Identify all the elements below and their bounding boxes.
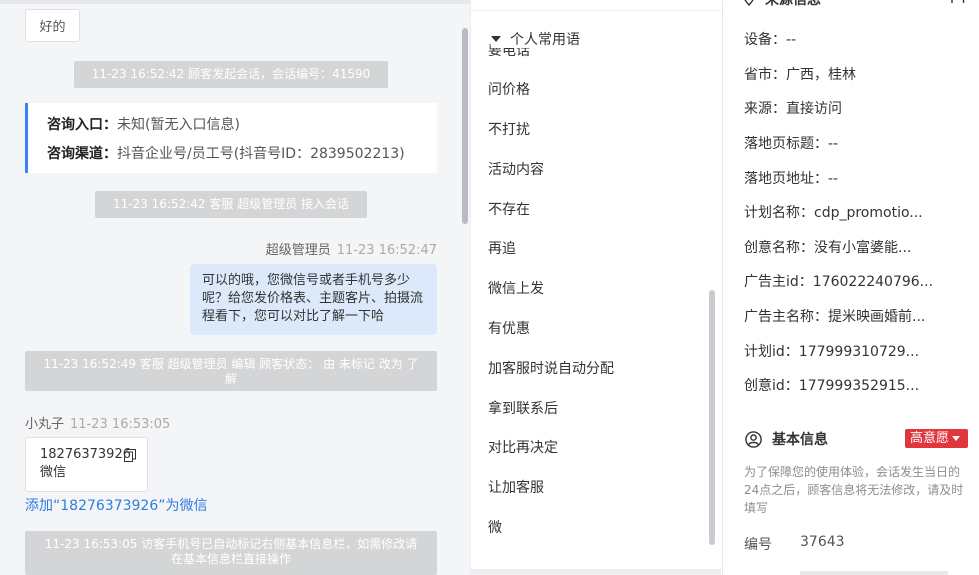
phrase-item[interactable]: 微 bbox=[488, 517, 502, 537]
basic-info-title: 基本信息 bbox=[772, 432, 828, 448]
phrases-group-title: 个人常用语 bbox=[510, 32, 580, 48]
field-label: 计划名称： bbox=[744, 205, 814, 221]
field-plan-name: 计划名称：cdp_promotio... bbox=[744, 202, 923, 222]
phone-number-card: 18276373926 微信 bbox=[25, 437, 148, 492]
field-source: 来源：直接访问 bbox=[744, 98, 842, 118]
agent-message-time: 11-23 16:52:47 bbox=[336, 243, 437, 258]
location-pin-icon bbox=[744, 0, 754, 6]
serial-value: 37643 bbox=[800, 534, 845, 550]
phrases-bottom-bar bbox=[471, 569, 721, 575]
system-notice-status-edit: 11-23 16:52:49 客服 超级管理员 编辑 顾客状态： 由 未标记 改… bbox=[25, 351, 437, 391]
consult-channel-value: 抖音企业号/员工号(抖音号ID：2839502213) bbox=[117, 146, 405, 162]
phrase-item[interactable]: 问价格 bbox=[488, 79, 530, 99]
copy-icon[interactable] bbox=[124, 449, 136, 462]
field-label: 广告主名称： bbox=[744, 309, 828, 325]
customer-info-panel: 来源信息 设备：-- 省市：广西，桂林 来源：直接访问 落地页标题：-- 落地页… bbox=[722, 0, 979, 575]
phrase-item[interactable]: 不打扰 bbox=[488, 119, 530, 139]
phrase-item[interactable]: 不存在 bbox=[488, 199, 530, 219]
field-value: -- bbox=[828, 136, 839, 152]
phrases-scrollbar[interactable] bbox=[709, 290, 715, 545]
field-label: 广告主id： bbox=[744, 274, 813, 290]
phrase-item[interactable]: 再追 bbox=[488, 238, 516, 258]
source-info-title: 来源信息 bbox=[765, 0, 821, 8]
system-notice-phone-marked: 11-23 16:53:05 访客手机号已自动标记右侧基本信息栏，如需修改请在基… bbox=[25, 531, 437, 575]
customer-name: 小丸子 bbox=[25, 417, 65, 432]
basic-info-header: 基本信息 bbox=[745, 429, 828, 449]
field-label: 创意名称： bbox=[744, 240, 814, 256]
edit-deadline-notice: 为了保障您的使用体验，会话发生当日的24点之后，顾客信息将无法修改，请及时填写 bbox=[744, 465, 964, 515]
quick-reply-chip[interactable]: 好的 bbox=[25, 9, 80, 42]
field-value: -- bbox=[828, 171, 839, 187]
field-value: 提米映画婚前... bbox=[828, 309, 926, 325]
field-value: 176022240796... bbox=[812, 274, 934, 290]
phrase-item[interactable]: 微信上发 bbox=[488, 278, 544, 298]
field-value: 直接访问 bbox=[786, 101, 842, 117]
field-plan-id: 计划id：177999310729... bbox=[744, 341, 919, 361]
chat-top-strip bbox=[0, 0, 470, 4]
add-wechat-link[interactable]: 添加“18276373926”为微信 bbox=[25, 495, 208, 515]
field-landing-title: 落地页标题：-- bbox=[744, 133, 838, 153]
consult-entry-label: 咨询入口： bbox=[47, 117, 117, 133]
customer-message-time: 11-23 16:53:05 bbox=[70, 417, 171, 432]
phone-caption: 微信 bbox=[40, 465, 67, 480]
field-value: 177999310729... bbox=[798, 344, 920, 360]
edit-icon[interactable] bbox=[951, 0, 965, 4]
triangle-down-icon bbox=[491, 36, 501, 42]
field-label: 落地页地址： bbox=[744, 171, 828, 187]
field-value: cdp_promotio... bbox=[814, 205, 923, 221]
caret-down-icon bbox=[952, 436, 961, 441]
phrase-item[interactable]: 拿到联系后 bbox=[488, 398, 558, 418]
serial-label: 编号 bbox=[744, 537, 772, 553]
phrases-group-header[interactable]: 个人常用语 bbox=[491, 30, 580, 48]
consult-entry-value: 未知(暂无入口信息) bbox=[117, 117, 240, 133]
system-notice-agent-join: 11-23 16:52:42 客服 超级管理员 接入会话 bbox=[95, 191, 367, 218]
field-value: 广西，桂林 bbox=[786, 67, 856, 83]
field-label: 计划id： bbox=[744, 344, 799, 360]
chat-panel: 好的 11-23 16:52:42 顾客发起会话，会话编号：41590 咨询入口… bbox=[0, 0, 470, 575]
phrases-top-divider bbox=[471, 10, 721, 11]
source-info-header: 来源信息 bbox=[743, 0, 821, 8]
agent-message-bubble: 可以的哦，您微信号或者手机号多少呢？给您发价格表、主题客片、拍摄流程看下，您可以… bbox=[190, 264, 437, 335]
info-bottom-bar bbox=[800, 571, 948, 575]
field-creative-id: 创意id：177999352915... bbox=[744, 375, 919, 395]
phrase-item[interactable]: 让加客服 bbox=[488, 477, 544, 497]
chat-scrollbar[interactable] bbox=[462, 28, 468, 224]
field-label: 设备： bbox=[744, 32, 786, 48]
system-notice-session-start: 11-23 16:52:42 顾客发起会话，会话编号：41590 bbox=[74, 61, 388, 88]
common-phrases-panel: 要电话 个人常用语 问价格 不打扰 活动内容 不存在 再追 微信上发 有优惠 加… bbox=[470, 0, 721, 575]
field-label: 省市： bbox=[744, 67, 786, 83]
phrase-item[interactable]: 活动内容 bbox=[488, 159, 544, 179]
field-label: 创意id： bbox=[744, 378, 799, 394]
field-creative-name: 创意名称：没有小富婆能... bbox=[744, 237, 911, 257]
phrase-item[interactable]: 加客服时说自动分配 bbox=[488, 358, 614, 378]
intent-level-label: 高意愿 bbox=[910, 431, 950, 446]
phrase-item[interactable]: 有优惠 bbox=[488, 318, 530, 338]
workspace: 好的 11-23 16:52:42 顾客发起会话，会话编号：41590 咨询入口… bbox=[0, 0, 979, 575]
consult-channel-row: 咨询渠道：抖音企业号/员工号(抖音号ID：2839502213) bbox=[47, 144, 437, 173]
phrase-item[interactable]: 对比再决定 bbox=[488, 437, 558, 457]
field-value: 没有小富婆能... bbox=[814, 240, 912, 256]
field-value: 177999352915... bbox=[798, 378, 920, 394]
agent-name: 超级管理员 bbox=[265, 243, 331, 258]
agent-message-meta: 超级管理员 11-23 16:52:47 bbox=[266, 239, 437, 258]
field-value: -- bbox=[786, 32, 797, 48]
intent-level-dropdown[interactable]: 高意愿 bbox=[905, 429, 968, 448]
field-label: 落地页标题： bbox=[744, 136, 828, 152]
consult-info-card: 咨询入口：未知(暂无入口信息) 咨询渠道：抖音企业号/员工号(抖音号ID：283… bbox=[25, 103, 437, 173]
field-advertiser-id: 广告主id：176022240796... bbox=[744, 271, 933, 291]
field-label: 来源： bbox=[744, 101, 786, 117]
field-province-city: 省市：广西，桂林 bbox=[744, 64, 856, 84]
consult-entry-row: 咨询入口：未知(暂无入口信息) bbox=[47, 115, 437, 144]
field-device: 设备：-- bbox=[744, 29, 796, 49]
user-circle-icon bbox=[745, 430, 762, 448]
field-landing-url: 落地页地址：-- bbox=[744, 168, 838, 188]
field-advertiser-name: 广告主名称：提米映画婚前... bbox=[744, 306, 925, 326]
customer-message-meta: 小丸子 11-23 16:53:05 bbox=[25, 413, 170, 432]
consult-channel-label: 咨询渠道： bbox=[47, 146, 117, 162]
